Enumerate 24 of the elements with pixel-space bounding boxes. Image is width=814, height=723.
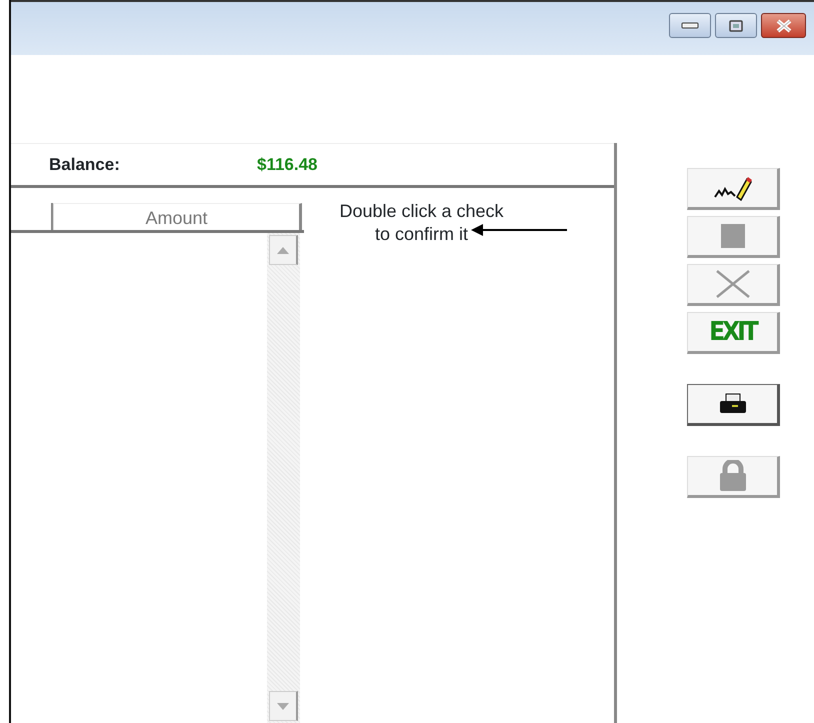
exit-button[interactable]: EXIT xyxy=(687,312,780,354)
lock-icon xyxy=(718,460,746,492)
balance-label: Balance: xyxy=(49,154,121,176)
scroll-up-button[interactable] xyxy=(269,235,298,265)
scroll-down-button[interactable] xyxy=(269,691,298,721)
arrow-icon xyxy=(471,224,567,236)
minimize-icon xyxy=(681,22,699,29)
down-arrow-icon xyxy=(277,702,289,710)
printer-icon xyxy=(718,393,746,415)
hint-text: Double click a check to confirm it xyxy=(339,200,504,245)
cancel-icon xyxy=(714,269,750,299)
print-button[interactable] xyxy=(687,384,780,426)
balance-value: $116.48 xyxy=(257,154,318,176)
maximize-icon xyxy=(729,20,743,32)
maximize-button[interactable] xyxy=(715,13,757,38)
signature-pen-icon xyxy=(712,175,752,201)
sign-button[interactable] xyxy=(687,168,780,210)
stop-icon xyxy=(720,223,746,249)
up-arrow-icon xyxy=(277,246,289,254)
close-icon xyxy=(774,18,792,32)
column-header[interactable]: Amount xyxy=(53,203,302,230)
close-button[interactable] xyxy=(761,13,806,38)
scrollbar[interactable] xyxy=(267,233,300,723)
minimize-button[interactable] xyxy=(669,13,711,38)
